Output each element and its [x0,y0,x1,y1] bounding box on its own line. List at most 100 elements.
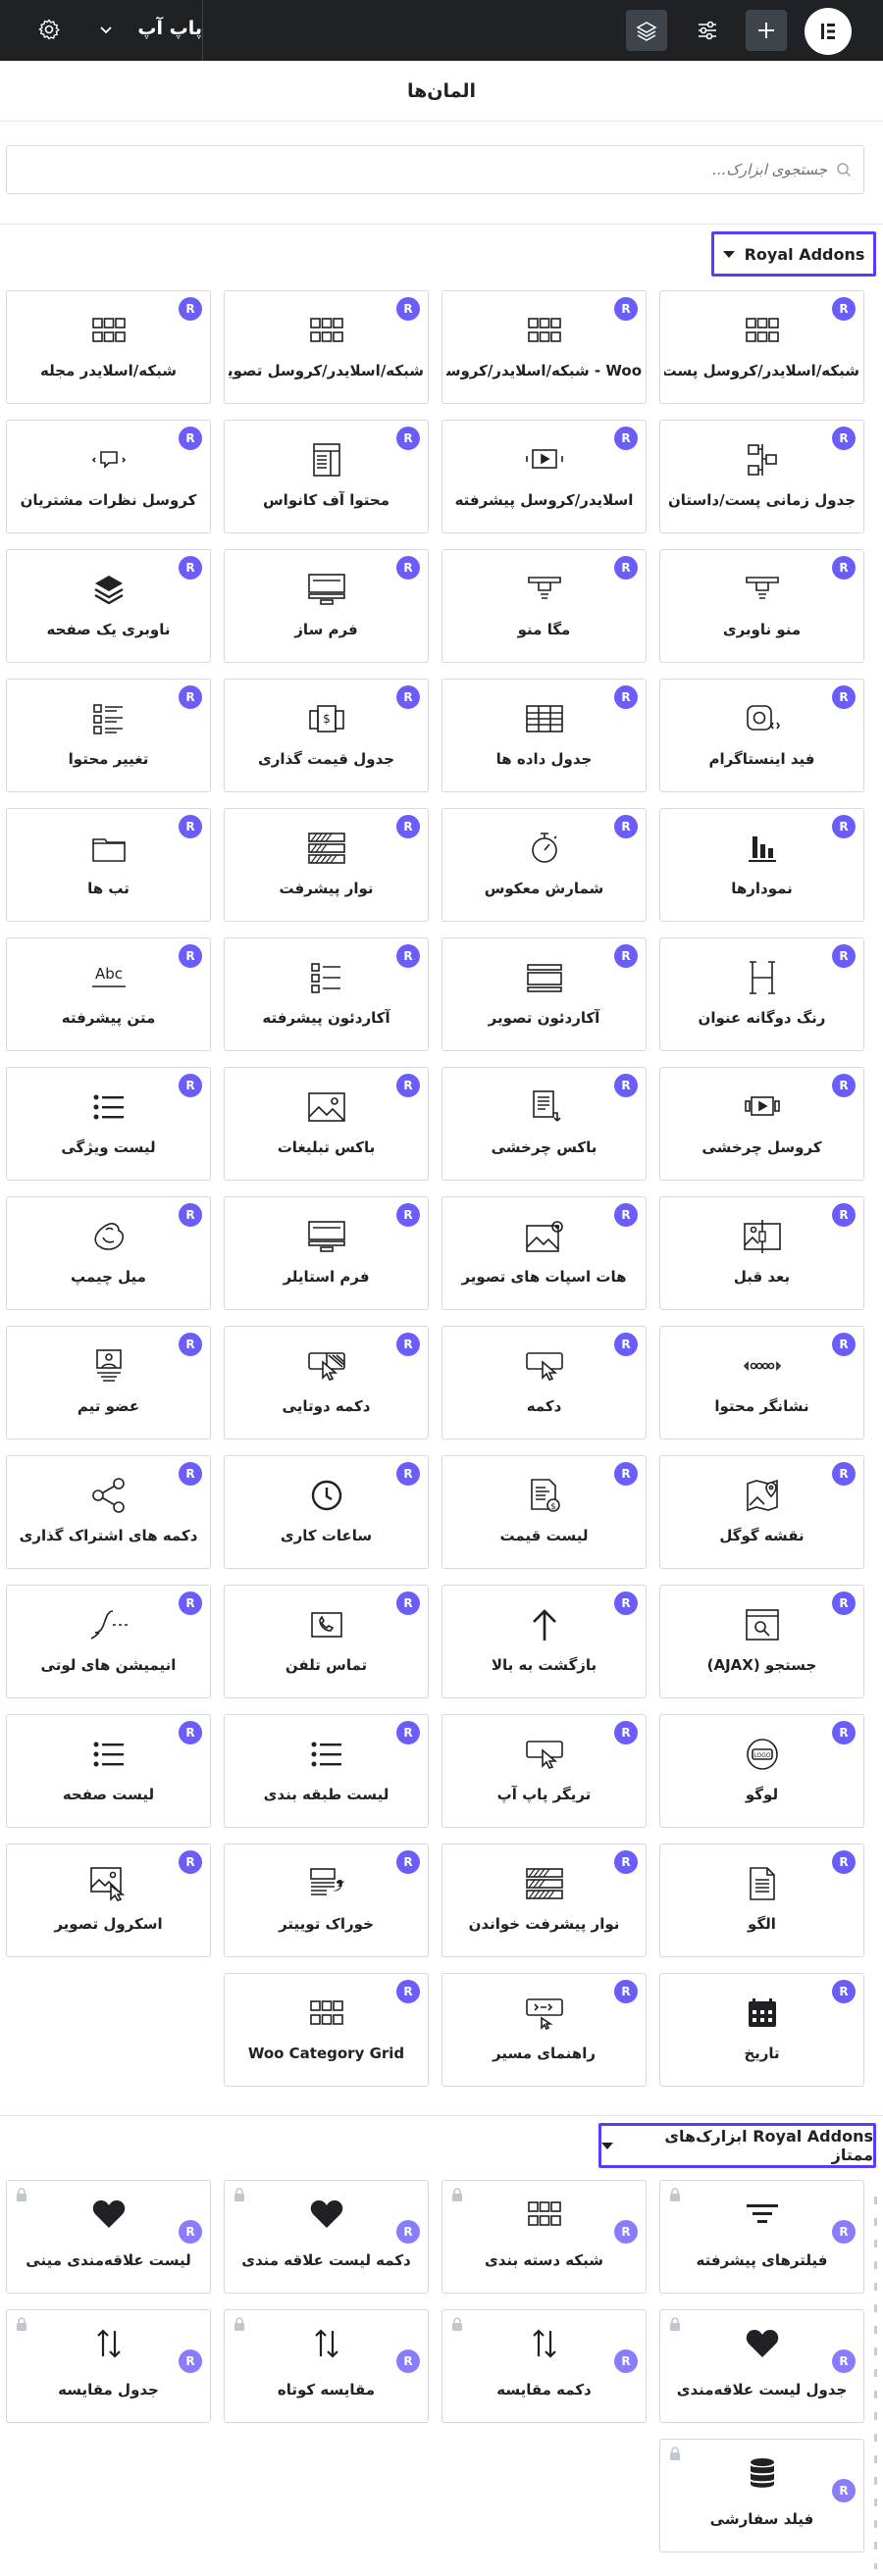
widget-tile[interactable]: نشانگر محتوا R [659,1326,864,1440]
widget-label: الگو [748,1915,776,1933]
dual-button-icon [225,1346,428,1386]
widget-tile[interactable]: لیست علاقه‌مندی مینی R [6,2180,211,2294]
widget-tile[interactable]: محتوا آف کانواس R [224,420,429,533]
widget-label: شبکه دسته بندی [485,2251,603,2269]
widget-label: نقشه گوگل [719,1527,805,1544]
map-icon [660,1476,863,1515]
widget-tile[interactable]: مقایسه کوتاه R [224,2309,429,2423]
widget-tile[interactable]: دکمه های اشتراک گذاری R [6,1455,211,1569]
widget-tile[interactable]: جدول لیست علاقه‌مندی R [659,2309,864,2423]
widget-tile[interactable]: نوار پیشرفت R [224,808,429,922]
widget-tile[interactable]: نمودارها R [659,808,864,922]
widget-tile[interactable]: آکاردئون تصویر R [442,937,647,1051]
widget-tile[interactable]: منو ناوبری R [659,549,864,663]
widget-tile[interactable]: ساعات کاری R [224,1455,429,1569]
widget-tile[interactable]: باکس چرخشی R [442,1067,647,1181]
search-input[interactable] [7,146,831,193]
scrollbar[interactable] [874,2197,877,2569]
widget-tile[interactable]: دکمه لیست علاقه مندی R [224,2180,429,2294]
search-box-icon [660,1605,863,1644]
widget-tile[interactable]: راهنمای مسیر R [442,1973,647,2087]
add-element-button[interactable] [746,10,787,51]
widget-tile[interactable]: فرم استایلر R [224,1196,429,1310]
royal-addons-badge: R [396,685,420,709]
elementor-logo-button[interactable] [805,8,852,55]
widget-tile[interactable]: تب ها R [6,808,211,922]
widget-tile[interactable]: ناوبری یک صفحه R [6,549,211,663]
site-settings-button[interactable] [687,10,728,51]
royal-addons-badge: R [832,297,856,321]
widget-tile[interactable]: رنگ دوگانه عنوان R [659,937,864,1051]
widget-tile[interactable]: فید اینستاگرام R [659,679,864,792]
grid-icon [442,311,646,350]
gear-icon[interactable] [37,18,61,41]
widget-tile[interactable]: آکاردئون پیشرفته R [224,937,429,1051]
widget-tile[interactable]: هات اسپات های تصویر R [442,1196,647,1310]
royal-addons-badge: R [614,1203,638,1227]
widget-tile[interactable]: لیست ویژگی R [6,1067,211,1181]
widget-tile[interactable]: شبکه/اسلایدر مجله R [6,290,211,404]
widget-tile[interactable]: بعد قبل R [659,1196,864,1310]
widget-label: اسلایدر/کروسل پیشرفته [454,491,634,509]
category-header[interactable]: Royal Addons ابزارک‌های ممتاز [598,2123,876,2168]
widget-tile[interactable]: جدول مقایسه R [6,2309,211,2423]
grid-icon [225,311,428,350]
chevron-down-icon[interactable] [98,22,114,37]
widget-tile[interactable]: عضو تیم R [6,1326,211,1440]
widget-tile[interactable]: شبکه/اسلایدر/کروسل پست R [659,290,864,404]
widget-tile[interactable]: LOGO لوگو R [659,1714,864,1828]
widget-label: هات اسپات های تصویر [461,1268,627,1286]
widget-tile[interactable]: نوار پیشرفت خواندن R [442,1844,647,1957]
widget-tile[interactable]: نقشه گوگل R [659,1455,864,1569]
widget-tile[interactable]: الگو R [659,1844,864,1957]
lottie-icon [7,1605,210,1644]
clock-icon [225,1476,428,1515]
widget-tile[interactable]: تغییر محتوا R [6,679,211,792]
widget-tile[interactable]: خوراک توییتر R [224,1844,429,1957]
structure-button[interactable] [626,10,667,51]
widget-tile[interactable]: $ جدول قیمت گذاری R [224,679,429,792]
royal-addons-badge: R [179,1850,202,1874]
widget-label: اسکرول تصویر [54,1915,163,1933]
widget-label: فیلترهای پیشرفته [696,2251,828,2269]
royal-addons-badge: R [396,1850,420,1874]
widget-tile[interactable]: شبکه دسته بندی R [442,2180,647,2294]
widget-tile[interactable]: دکمه مقایسه R [442,2309,647,2423]
widget-tile[interactable]: میل چیمپ R [6,1196,211,1310]
widget-tile[interactable]: جدول داده ها R [442,679,647,792]
widget-tile[interactable]: جستجو (AJAX) R [659,1585,864,1698]
widget-tile[interactable]: Abc متن پیشرفته R [6,937,211,1051]
widget-tile[interactable]: کروسل نظرات مشتریان R [6,420,211,533]
widget-tile[interactable]: تریگر پاپ آپ R [442,1714,647,1828]
widget-tile[interactable]: جدول زمانی پست/داستان R [659,420,864,533]
widget-tile[interactable]: فیلترهای پیشرفته R [659,2180,864,2294]
widget-tile[interactable]: کروسل چرخشی R [659,1067,864,1181]
widget-tile[interactable]: $ لیست قیمت R [442,1455,647,1569]
table-icon [442,699,646,738]
widget-tile[interactable]: بازگشت به بالا R [442,1585,647,1698]
category-header[interactable]: Royal Addons [711,231,876,277]
search-box[interactable] [6,145,864,194]
widget-tile[interactable]: مگا منو R [442,549,647,663]
widget-tile[interactable]: Woo - شبکه/اسلایدر/کروسل R [442,290,647,404]
svg-text:Abc: Abc [94,965,122,983]
widget-tile[interactable]: فرم ساز R [224,549,429,663]
widget-tile[interactable]: دکمه R [442,1326,647,1440]
widget-tile[interactable]: دکمه دوتایی R [224,1326,429,1440]
widget-tile[interactable]: تاریخ R [659,1973,864,2087]
widget-label: جدول زمانی پست/داستان [667,491,857,509]
widget-tile[interactable]: شبکه/اسلایدر/کروسل تصویر R [224,290,429,404]
widget-tile[interactable]: تماس تلفن R [224,1585,429,1698]
widget-tile[interactable]: اسلایدر/کروسل پیشرفته R [442,420,647,533]
document-title[interactable]: پاپ آپ [137,18,202,39]
widget-tile[interactable]: انیمیشن های لوتی R [6,1585,211,1698]
widget-tile[interactable]: فیلد سفارشی R [659,2439,864,2552]
widget-label: مقایسه کوتاه [277,2381,376,2399]
carousel-icon [660,1087,863,1127]
widget-tile[interactable]: لیست صفحه R [6,1714,211,1828]
widget-tile[interactable]: باکس تبلیغات R [224,1067,429,1181]
widget-tile[interactable]: لیست طبقه بندی R [224,1714,429,1828]
widget-tile[interactable]: Woo Category Grid R [224,1973,429,2087]
widget-tile[interactable]: شمارش معکوس R [442,808,647,922]
widget-tile[interactable]: اسکرول تصویر R [6,1844,211,1957]
